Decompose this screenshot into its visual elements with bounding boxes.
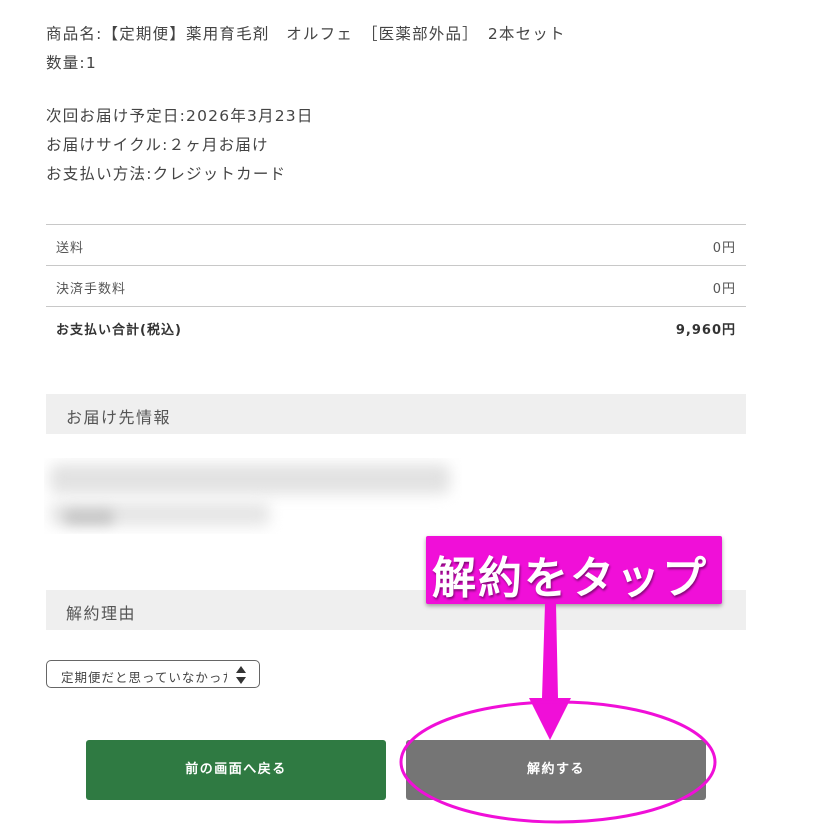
total-label: お支払い合計(税込) [56,323,182,338]
back-button[interactable]: 前の画面へ戻る [86,740,386,800]
cancel-button[interactable]: 解約する [406,740,706,800]
fee-value: 0円 [712,282,736,297]
fee-row-shipping: 送料 0円 [46,224,746,265]
reason-select[interactable]: 定期便だと思っていなかった [46,660,260,688]
delivery-cycle: お届けサイクル:２ヶ月お届け [46,136,269,154]
payment-method: お支払い方法:クレジットカード [46,165,287,183]
fee-label: 送料 [56,241,85,256]
fee-row-payment-fee: 決済手数料 0円 [46,265,746,306]
fee-row-total: お支払い合計(税込) 9,960円 [46,306,746,347]
quantity: 数量:1 [46,54,97,72]
blurred-address [44,458,462,534]
annotation-text: 解約をタップ [432,553,708,604]
delivery-section-title: お届け先情報 [66,408,172,427]
fee-table: 送料 0円 決済手数料 0円 お支払い合計(税込) 9,960円 [46,224,746,347]
reason-section-title: 解約理由 [66,604,137,623]
total-value: 9,960円 [675,323,736,338]
annotation-callout: 解約をタップ [426,536,722,604]
delivery-section-header: お届け先情報 [46,394,746,434]
reason-select-value: 定期便だと思っていなかった [61,670,227,685]
updown-arrows-icon [236,666,246,684]
fee-value: 0円 [712,241,736,256]
product-name: 商品名:【定期便】薬用育毛剤 オルフェ ［医薬部外品］ 2本セット [46,25,566,43]
fee-label: 決済手数料 [56,282,127,297]
next-delivery-date: 次回お届け予定日:2026年3月23日 [46,107,314,125]
